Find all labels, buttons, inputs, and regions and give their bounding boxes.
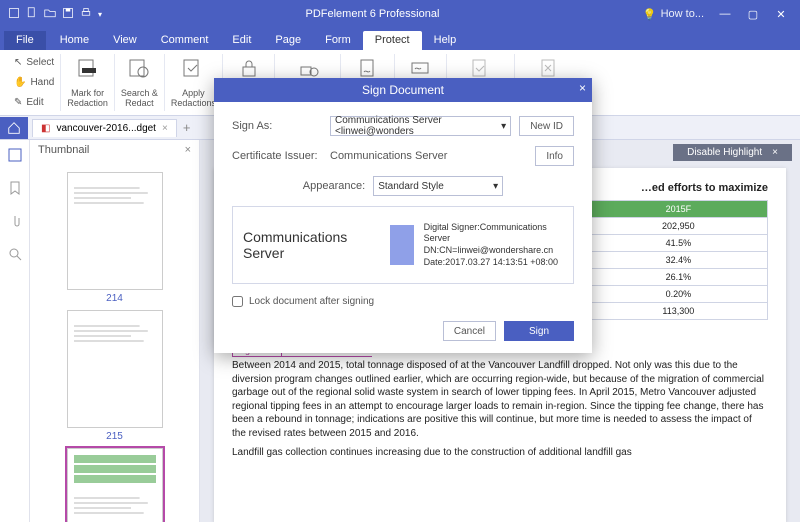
new-id-button[interactable]: New ID [519,116,574,136]
sign-as-select[interactable]: Communications Server <linwei@wonders▾ [330,116,511,136]
preview-graphic-icon [390,225,414,265]
menu-edit[interactable]: Edit [220,31,263,50]
menu-view[interactable]: View [101,31,149,50]
dialog-titlebar: Sign Document × [214,78,592,102]
preview-meta-line: DN:CN=linwei@wondershare.cn [424,245,563,257]
app-title: PDFelement 6 Professional [102,8,643,20]
menu-page[interactable]: Page [263,31,313,50]
appearance-label: Appearance: [303,180,365,192]
save-icon[interactable] [62,7,74,22]
search-redact-icon [128,56,150,80]
lock-icon [238,56,260,80]
dialog-title: Sign Document [362,83,444,97]
appearance-select[interactable]: Standard Style ▾ [373,176,503,196]
title-bar: ▾ PDFelement 6 Professional 💡 How to... … [0,0,800,28]
minimize-button[interactable]: — [714,8,736,21]
close-button[interactable]: ✕ [770,8,792,21]
clear-sig-icon [538,56,560,80]
print-icon[interactable] [80,7,92,22]
lock-after-signing-checkbox[interactable]: Lock document after signing [232,296,574,307]
apply-redact-icon [182,56,204,80]
lock-checkbox-input[interactable] [232,296,243,307]
menu-protect[interactable]: Protect [363,31,422,50]
quick-launch: ▾ [8,7,102,22]
app-logo-icon [8,7,20,22]
cursor-arrow-icon: ↖ [14,57,22,68]
menu-comment[interactable]: Comment [149,31,221,50]
info-button[interactable]: Info [535,146,574,166]
redact-mark-icon [77,56,99,80]
sign-doc-icon [357,56,379,80]
folder-icon[interactable] [44,7,56,22]
issuer-value: Communications Server [330,150,527,162]
appearance-value: Standard Style [378,181,444,192]
howto-link[interactable]: 💡 How to... [643,8,704,21]
chevron-down-icon: ▾ [501,121,506,132]
maximize-button[interactable]: ▢ [742,8,764,21]
howto-label: How to... [661,8,704,20]
menu-help[interactable]: Help [422,31,469,50]
validate-icon [469,56,491,80]
menu-home[interactable]: Home [48,31,101,50]
menu-file[interactable]: File [4,31,46,50]
issuer-label: Certificate Issuer: [232,150,322,162]
menu-form[interactable]: Form [313,31,363,50]
preview-meta-line: Digital Signer:Communications Server [424,222,563,245]
menu-bar: File Home View Comment Edit Page Form Pr… [0,28,800,50]
chevron-down-icon: ▾ [493,181,498,192]
cancel-button[interactable]: Cancel [443,321,496,341]
preview-signer-name: Communications Server [243,229,380,261]
sign-as-value: Communications Server <linwei@wonders [335,115,501,137]
ribbon-select-label: Select [26,57,54,68]
sign-document-dialog: Sign Document × Sign As: Communications … [214,78,592,353]
lock-checkbox-label: Lock document after signing [249,296,374,307]
modal-layer: Sign Document × Sign As: Communications … [0,78,800,522]
bulb-icon: 💡 [643,8,657,21]
sign-button[interactable]: Sign [504,321,574,341]
preview-meta-line: Date:2017.03.27 14:13:51 +08:00 [424,257,563,269]
signature-preview: Communications Server Digital Signer:Com… [232,206,574,284]
dialog-close-icon[interactable]: × [579,81,586,95]
new-doc-icon[interactable] [26,7,38,22]
lock-gear-icon [297,56,319,80]
sign-as-label: Sign As: [232,120,322,132]
place-sig-icon [409,56,431,80]
ribbon-select[interactable]: ↖ Select [14,56,54,69]
